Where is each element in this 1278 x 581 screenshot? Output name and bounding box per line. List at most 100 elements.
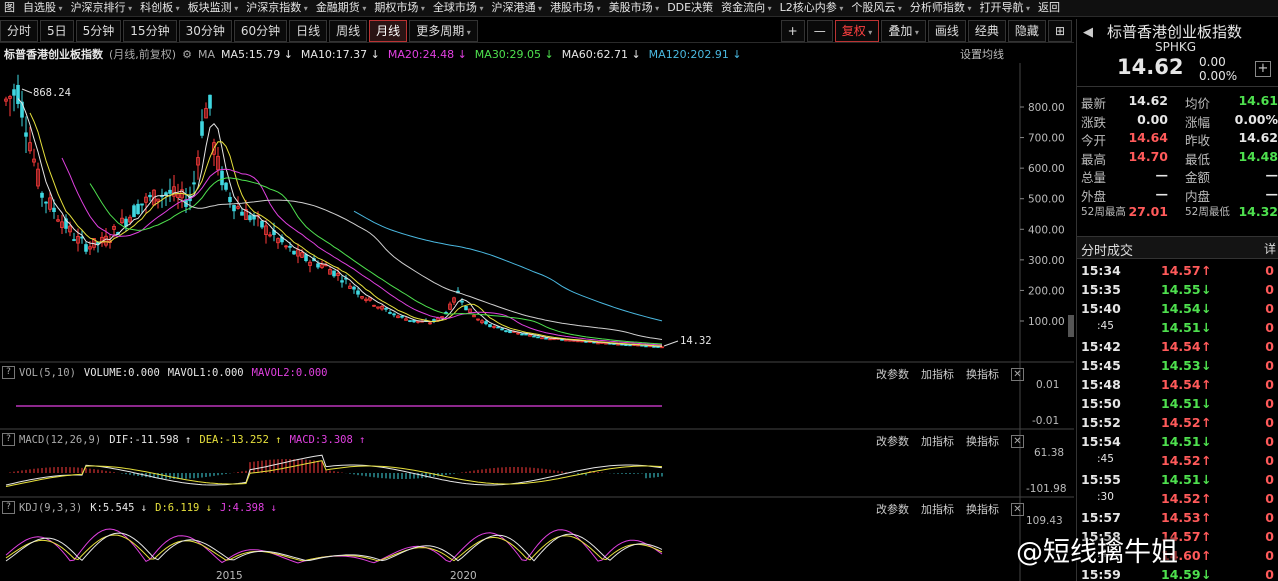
menu-item-2[interactable]: 沪深京排行 [67, 0, 137, 16]
vol-tool-2[interactable]: 换指标 [966, 366, 999, 382]
quote-value: 0.00% [1234, 111, 1278, 127]
ma-settings-button[interactable]: 设置均线 [960, 46, 1004, 62]
candle-body [292, 250, 296, 255]
menu-item-10[interactable]: 港股市场 [546, 0, 605, 16]
last-price-label: 14.32 [680, 335, 712, 347]
quote-row: 最新 14.62 均价 14.61 [1077, 92, 1278, 111]
candle-body [288, 245, 292, 248]
kdj-tool-1[interactable]: 加指标 [921, 501, 954, 517]
vol-indicator-name: VOL(5,10) [19, 366, 76, 379]
period-button-5[interactable]: 60分钟 [233, 19, 288, 42]
menu-item-17[interactable]: 打开导航 [975, 0, 1034, 16]
tick-price: 14.55 [1161, 282, 1201, 297]
ticks-detail-button[interactable]: 详 [1264, 240, 1276, 257]
quote-label: 金额 [1185, 170, 1211, 185]
vol-tool-0[interactable]: 改参数 [876, 366, 909, 382]
tick-time: 15:42 [1081, 339, 1121, 354]
vol-tool-1[interactable]: 加指标 [921, 366, 954, 382]
toolbar-right-button-0[interactable]: + [780, 19, 805, 42]
kdj-pane-label: ? KDJ(9,3,3) K:5.545 ↓ D:6.119 ↓ J:4.398 ↓ [2, 501, 285, 514]
candle-body [564, 339, 568, 342]
toolbar-right-button-3[interactable]: 叠加 [881, 19, 926, 42]
period-button-7[interactable]: 周线 [329, 19, 368, 42]
kdj-tool-2[interactable]: 换指标 [966, 501, 999, 517]
d-line [5, 534, 663, 562]
menu-item-16[interactable]: 分析师指数 [906, 0, 976, 16]
x-axis-label: 2020 [450, 570, 477, 581]
arrow-down-icon: ↓ [1201, 358, 1212, 373]
tick-time: 15:34 [1081, 263, 1121, 278]
toolbar-right-button-2[interactable]: 复权 [834, 19, 880, 42]
menu-item-6[interactable]: 金融期货 [312, 0, 371, 16]
macd-tool-2[interactable]: 换指标 [966, 433, 999, 449]
help-icon[interactable]: ? [2, 433, 15, 446]
period-button-1[interactable]: 5日 [40, 19, 74, 42]
menu-item-0[interactable]: 图 [0, 0, 19, 16]
menu-item-5[interactable]: 沪深京指数 [242, 0, 312, 16]
toolbar-right-button-6[interactable]: 隐藏 [1007, 19, 1046, 42]
tick-volume: 0 [1265, 548, 1274, 563]
tick-time: :45 [1097, 453, 1114, 465]
period-button-0[interactable]: 分时 [0, 19, 39, 42]
high-pointer [21, 88, 33, 94]
add-watchlist-icon[interactable]: + [1255, 61, 1271, 77]
tick-row: 15:57 14.53 ↑ 0 [1077, 508, 1278, 527]
menu-item-8[interactable]: 全球市场 [429, 0, 488, 16]
toolbar-right-button-1[interactable]: — [806, 19, 833, 42]
candle-body [644, 345, 648, 348]
period-button-8[interactable]: 月线 [369, 19, 408, 42]
period-button-9[interactable]: 更多周期 [409, 19, 478, 42]
menu-item-14[interactable]: L2核心内参 [776, 0, 848, 16]
arrow-down-icon: ↓ [1201, 320, 1212, 335]
candle-body [504, 330, 508, 333]
candle-body [24, 132, 28, 137]
panel-resize-handle[interactable] [1068, 315, 1074, 337]
period-button-4[interactable]: 30分钟 [178, 19, 232, 42]
vol-pane-tools: 改参数 加指标 换指标 ✕ [864, 366, 1024, 382]
menu-item-1[interactable]: 自选股 [19, 0, 67, 16]
menu-item-11[interactable]: 美股市场 [605, 0, 664, 16]
macd-tool-0[interactable]: 改参数 [876, 433, 909, 449]
menu-item-9[interactable]: 沪深港通 [488, 0, 547, 16]
quote-value: 0.00 [1137, 111, 1168, 127]
close-icon[interactable]: ✕ [1011, 502, 1024, 516]
quote-row: 52周最高 27.01 52周最低 14.32 [1077, 203, 1278, 222]
x-axis-label: 2015 [216, 570, 243, 581]
prev-stock-icon[interactable]: ◀ [1083, 25, 1093, 40]
candle-body [496, 326, 500, 329]
menu-item-12[interactable]: DDE决策 [663, 0, 717, 16]
menu-item-13[interactable]: 资金流向 [717, 0, 776, 16]
quote-value: 14.48 [1238, 148, 1278, 164]
quote-value: 14.62 [1128, 93, 1168, 108]
ma-line-5 [17, 98, 663, 347]
j-line [5, 528, 663, 564]
close-icon[interactable]: ✕ [1011, 434, 1024, 448]
help-icon[interactable]: ? [2, 366, 15, 379]
tick-price: 14.51 [1161, 472, 1201, 487]
toolbar-right-button-5[interactable]: 经典 [967, 19, 1006, 42]
menu-item-3[interactable]: 科创板 [136, 0, 184, 16]
y-tick-label: 600.00 [1028, 163, 1065, 175]
settings-gear-icon[interactable]: ⚙ [182, 48, 192, 61]
close-icon[interactable]: ✕ [1011, 367, 1024, 381]
toolbar-right-button-4[interactable]: 画线 [927, 19, 966, 42]
menu-item-18[interactable]: 返回 [1034, 0, 1064, 16]
ma-value-1: MA10:17.37 ↓ [300, 47, 380, 61]
period-button-2[interactable]: 5分钟 [75, 19, 122, 42]
tick-row: :45 14.51 ↓ 0 [1077, 318, 1278, 337]
menu-item-15[interactable]: 个股风云 [847, 0, 906, 16]
kdj-tool-0[interactable]: 改参数 [876, 501, 909, 517]
ma-value-5: MA120:202.91 ↓ [648, 47, 742, 61]
macd-tool-1[interactable]: 加指标 [921, 433, 954, 449]
vol-value-0: VOLUME:0.000 [83, 366, 160, 379]
menu-item-7[interactable]: 期权市场 [370, 0, 429, 16]
quote-name: 标普香港创业板指数 [1107, 23, 1243, 41]
kdj-y-tick: 109.43 [1026, 515, 1063, 527]
period-button-6[interactable]: 日线 [289, 19, 328, 42]
quote-label: 总量 [1081, 170, 1107, 185]
menu-item-4[interactable]: 板块监测 [184, 0, 243, 16]
tick-price: 14.52 [1161, 415, 1201, 430]
help-icon[interactable]: ? [2, 501, 15, 514]
period-button-3[interactable]: 15分钟 [123, 19, 177, 42]
toolbar-right-button-7[interactable]: ⊞ [1047, 19, 1072, 42]
